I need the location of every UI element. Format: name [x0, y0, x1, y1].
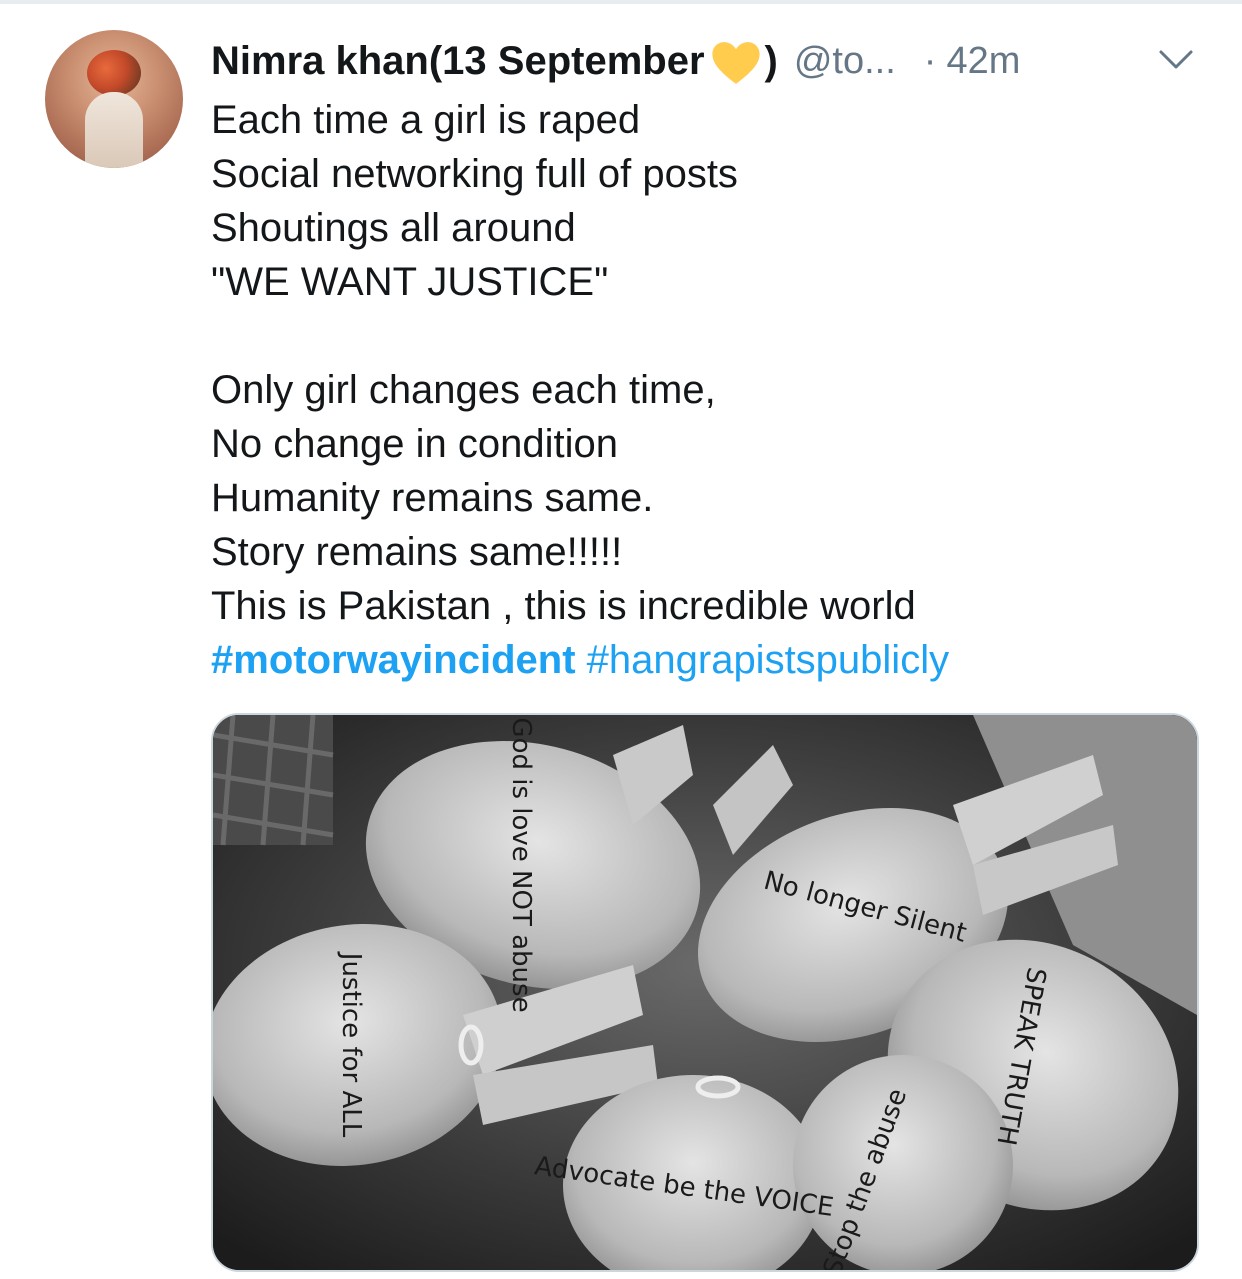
tweet-line: "WE WANT JUSTICE" [211, 260, 609, 304]
hashtag-link[interactable]: #hangrapistspublicly [587, 638, 949, 682]
tweet-text: Each time a girl is raped Social network… [211, 93, 1211, 687]
avatar-bouquet [87, 50, 141, 96]
display-name-text: Nimra khan(13 September [211, 38, 705, 83]
tweet-line: Each time a girl is raped [211, 98, 641, 142]
hashtag-line: #motorwayincident #hangrapistspublicly [211, 633, 1211, 687]
display-name[interactable]: Nimra khan(13 September ) [211, 38, 778, 84]
tweet[interactable]: Nimra khan(13 September ) @to... · 42m E… [0, 0, 1242, 1279]
photo-hands-illustration: God is love NOT abuse No longer SilentJus… [213, 715, 1197, 1270]
tweet-line: Story remains same!!!!! [211, 530, 623, 574]
chevron-down-icon[interactable] [1158, 48, 1194, 72]
palm-writing: Justice for ALL [336, 951, 366, 1138]
tweet-header: Nimra khan(13 September ) @to... · 42m [211, 36, 1020, 86]
tweet-photo[interactable]: God is love NOT abuse No longer Silent Jus… [211, 713, 1199, 1272]
yellow-heart-icon [711, 42, 760, 84]
tweet-line: Shoutings all around [211, 206, 576, 250]
display-name-close: ) [764, 38, 778, 83]
timestamp[interactable]: 42m [946, 40, 1020, 83]
tweet-line: Only girl changes each time, [211, 368, 716, 412]
avatar-figure [85, 92, 143, 168]
tweet-line: Social networking full of posts [211, 152, 738, 196]
tweet-line: Humanity remains same. [211, 476, 654, 520]
avatar[interactable] [45, 30, 183, 168]
user-handle[interactable]: @to... [794, 40, 896, 83]
hashtag-link[interactable]: #motorwayincident [211, 638, 576, 682]
palm-writing: God is love NOT abuse [506, 717, 536, 1012]
separator-dot: · [923, 39, 937, 82]
tweet-line: This is Pakistan , this is incredible wo… [211, 584, 916, 628]
tweet-line: No change in condition [211, 422, 618, 466]
